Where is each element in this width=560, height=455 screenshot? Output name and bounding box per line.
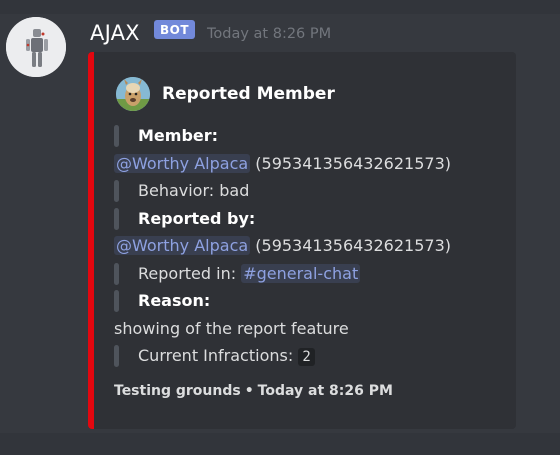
reason-text: showing of the report feature [114, 318, 349, 338]
infractions-label: Current Infractions: [138, 346, 294, 365]
message-author-name[interactable]: AJAX [90, 21, 140, 45]
reported-by-label: Reported by: [138, 208, 256, 228]
member-value-line: @Worthy Alpaca (595341356432621573) [114, 150, 514, 178]
embed-description: Member: @Worthy Alpaca (5953413564326215… [114, 122, 514, 370]
message-timestamp: Today at 8:26 PM [207, 26, 332, 42]
member-id: (595341356432621573) [255, 153, 451, 173]
channel-mention[interactable]: #general-chat [241, 263, 361, 283]
embed-footer: Testing grounds • Today at 8:26 PM [114, 383, 393, 399]
reporter-id: (595341356432621573) [255, 236, 451, 255]
behavior-line: Behavior: bad [114, 177, 514, 205]
reason-label-line: Reason: [114, 287, 514, 315]
member-label-line: Member: [114, 122, 514, 150]
reason-value-line: showing of the report feature [114, 315, 514, 343]
member-label: Member: [138, 126, 219, 145]
alpaca-icon [116, 77, 150, 111]
bottom-divider [0, 433, 560, 455]
embed-author-icon [116, 77, 150, 111]
reported-in-line: Reported in: #general-chat [114, 260, 514, 288]
footer-separator: • [244, 383, 254, 399]
embed-author-name: Reported Member [162, 84, 335, 104]
bot-badge: BOT [154, 20, 196, 39]
robot-icon [6, 17, 66, 77]
reporter-mention[interactable]: @Worthy Alpaca [114, 236, 251, 255]
reason-label: Reason: [138, 291, 211, 310]
infractions-line: Current Infractions: 2 [114, 342, 514, 370]
top-divider [0, 0, 560, 14]
reported-in-label: Reported in: [138, 263, 237, 283]
infractions-count: 2 [298, 348, 315, 366]
bot-avatar[interactable] [6, 17, 66, 77]
footer-text: Testing grounds [114, 383, 241, 399]
footer-timestamp: Today at 8:26 PM [257, 383, 393, 399]
report-embed: Reported Member Member: @Worthy Alpaca (… [88, 52, 516, 429]
embed-accent-bar [88, 52, 94, 429]
behavior-text: Behavior: bad [138, 181, 250, 200]
reporter-value-line: @Worthy Alpaca (595341356432621573) [114, 232, 514, 260]
reported-by-label-line: Reported by: [114, 205, 514, 233]
member-mention[interactable]: @Worthy Alpaca [114, 153, 251, 173]
